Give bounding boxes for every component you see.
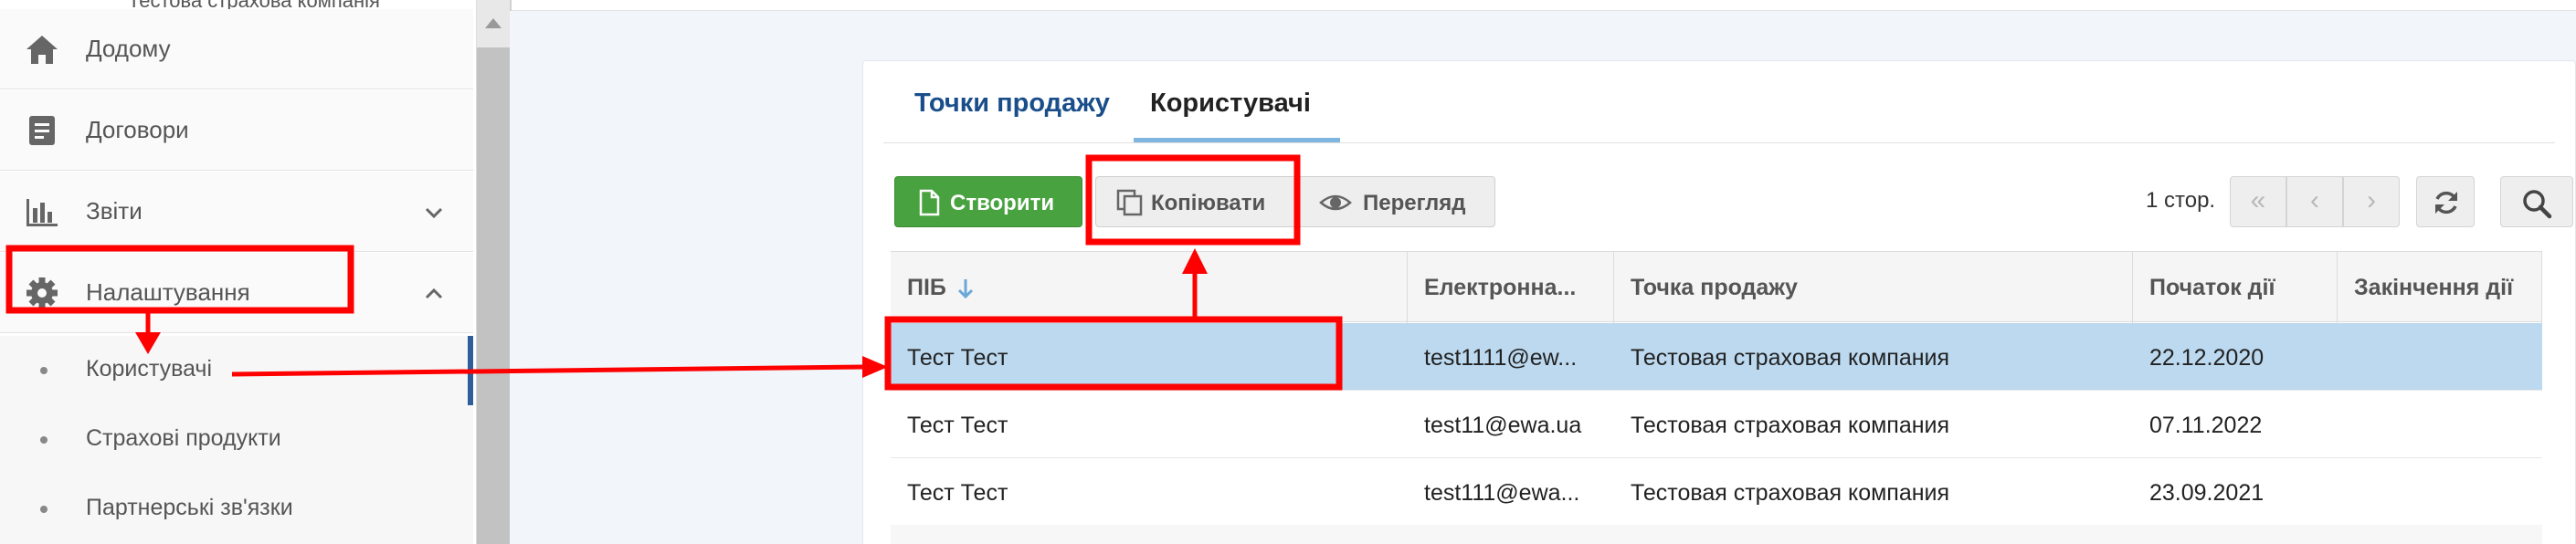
create-button-label: Створити xyxy=(950,191,1055,215)
refresh-button[interactable] xyxy=(2416,176,2475,227)
table-row[interactable]: Тест Тест test1111@ew... Тестовая страхо… xyxy=(891,323,2542,391)
sidebar-item-contracts[interactable]: Договори xyxy=(0,90,473,171)
header-bar xyxy=(510,0,2576,11)
cell-email: test1111@ew... xyxy=(1424,345,1578,371)
copy-button[interactable]: Копіювати xyxy=(1095,176,1300,227)
document-icon xyxy=(29,116,55,145)
app-root: Тестова страхова компанія Додому Договор… xyxy=(0,0,2576,544)
tab-sales-points[interactable]: Точки продажу xyxy=(914,89,1110,119)
first-page-button[interactable]: « xyxy=(2230,176,2286,227)
cell-name: Тест Тест xyxy=(907,413,1008,438)
cell-start-date: 23.09.2021 xyxy=(2149,480,2265,506)
bullet xyxy=(40,436,48,444)
scroll-up-button[interactable] xyxy=(477,0,510,47)
cell-sales-point: Тестовая страховая компания xyxy=(1631,345,1950,371)
sort-down-icon xyxy=(957,279,974,299)
sidebar-item-home[interactable]: Додому xyxy=(0,9,473,89)
copy-icon xyxy=(1116,189,1143,216)
scroll-thumb[interactable] xyxy=(477,47,510,544)
home-icon xyxy=(26,36,58,64)
chevron-down-icon xyxy=(425,207,443,219)
bullet xyxy=(40,506,48,513)
submenu-item-partner-links[interactable]: Партнерські зв'язки xyxy=(0,475,473,544)
column-header-start-date[interactable]: Початок дії xyxy=(2133,252,2338,323)
sidebar-item-label: Налаштування xyxy=(86,278,250,306)
header-divider xyxy=(510,0,512,11)
column-header-name[interactable]: ПІБ xyxy=(891,252,1408,323)
sidebar-item-label: Додому xyxy=(86,35,171,62)
tabs-divider xyxy=(883,142,2555,143)
eye-icon xyxy=(1319,194,1352,211)
page-indicator: 1 стор. xyxy=(2146,188,2216,213)
view-button[interactable]: Перегляд xyxy=(1298,176,1495,227)
sidebar-scrollbar[interactable] xyxy=(477,0,510,544)
tab-users[interactable]: Користувачі xyxy=(1150,89,1311,119)
search-icon xyxy=(2523,190,2552,219)
submenu-item-label: Страхові продукти xyxy=(86,425,281,451)
submenu-item-label: Партнерські зв'язки xyxy=(86,495,293,520)
table-row[interactable]: Тест Тест test111@ewa... Тестовая страхо… xyxy=(891,458,2542,526)
cell-start-date: 22.12.2020 xyxy=(2149,345,2265,371)
table-header: ПІБ Електронна... Точка продажу Початок … xyxy=(891,251,2542,323)
settings-submenu: Користувачі Страхові продукти Партнерськ… xyxy=(0,336,473,544)
copy-button-label: Копіювати xyxy=(1151,191,1266,215)
prev-page-button[interactable]: ‹ xyxy=(2286,176,2343,227)
cell-start-date: 07.11.2022 xyxy=(2149,413,2263,438)
create-button[interactable]: Створити xyxy=(894,176,1082,227)
cell-sales-point: Тестовая страховая компания xyxy=(1631,480,1950,506)
cell-name: Тест Тест xyxy=(907,345,1008,371)
sidebar-item-label: Договори xyxy=(86,116,189,143)
cell-name: Тест Тест xyxy=(907,480,1008,506)
column-header-end-date[interactable]: Закінчення дії xyxy=(2338,252,2542,323)
table-next-row-partial xyxy=(891,525,2542,544)
bullet xyxy=(40,367,48,374)
refresh-icon xyxy=(2435,191,2457,214)
submenu-item-label: Користувачі xyxy=(86,356,213,382)
cell-sales-point: Тестовая страховая компания xyxy=(1631,413,1950,438)
next-page-button[interactable]: › xyxy=(2343,176,2400,227)
users-panel: Точки продажу Користувачі Створити Копію… xyxy=(862,60,2576,544)
submenu-item-users[interactable]: Користувачі xyxy=(0,336,473,405)
sidebar-item-reports[interactable]: Звіти xyxy=(0,172,473,252)
new-document-icon xyxy=(919,189,940,216)
column-header-sales-point[interactable]: Точка продажу xyxy=(1614,252,2133,323)
gear-icon xyxy=(26,277,58,309)
column-header-email[interactable]: Електронна... xyxy=(1408,252,1614,323)
active-indicator xyxy=(468,336,473,405)
sidebar-item-label: Звіти xyxy=(86,197,143,225)
submenu-item-insurance-products[interactable]: Страхові продукти xyxy=(0,405,473,475)
sidebar-item-settings[interactable]: Налаштування xyxy=(0,253,473,333)
table-row[interactable]: Тест Тест test11@ewa.ua Тестовая страхов… xyxy=(891,391,2542,458)
sidebar: Тестова страхова компанія Додому Договор… xyxy=(0,0,477,544)
bar-chart-icon xyxy=(26,199,58,226)
search-button[interactable] xyxy=(2500,176,2573,227)
cell-email: test111@ewa... xyxy=(1424,480,1580,506)
cell-email: test11@ewa.ua xyxy=(1424,413,1582,438)
chevron-up-icon xyxy=(425,288,443,299)
view-button-label: Перегляд xyxy=(1363,191,1466,215)
